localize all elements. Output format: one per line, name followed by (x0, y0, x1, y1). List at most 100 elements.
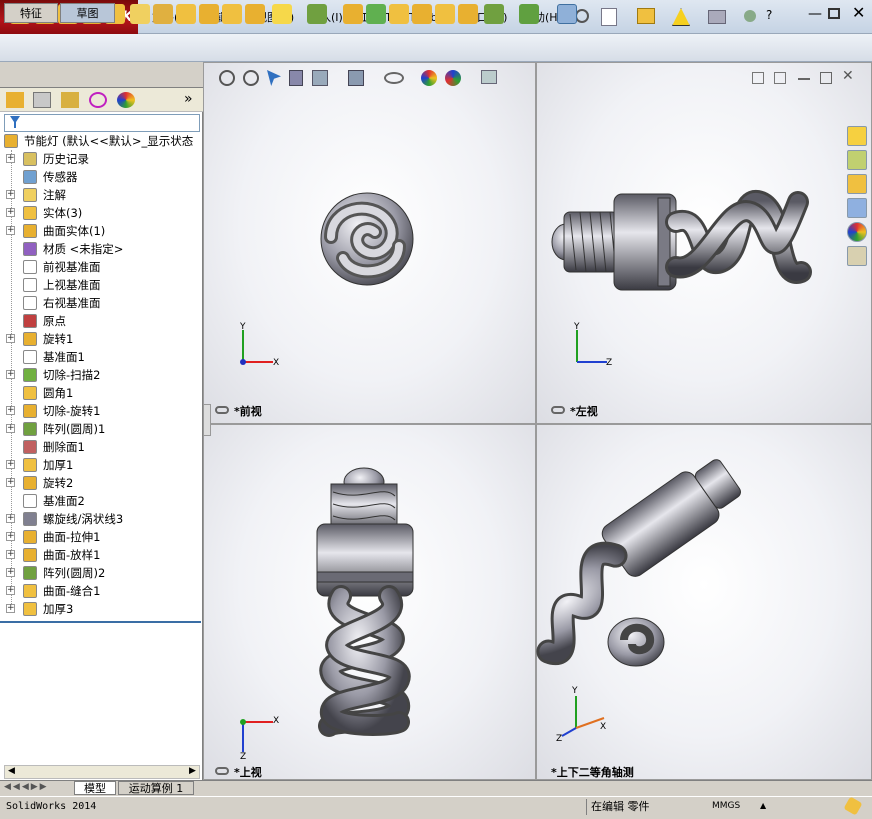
tree-item[interactable]: 原点 (0, 312, 203, 330)
shell-icon[interactable] (366, 4, 386, 24)
link-views-icon[interactable] (551, 406, 565, 414)
feature-manager-icon[interactable] (6, 92, 24, 108)
tree-item[interactable]: 节能灯 (默认<<默认>_显示状态 (0, 132, 203, 150)
intersect-icon[interactable] (435, 4, 455, 24)
tree-item[interactable]: + 加厚1 (0, 456, 203, 474)
rollback-bar[interactable] (0, 621, 201, 623)
dimxpert-icon[interactable] (89, 92, 107, 108)
expand-icon[interactable]: + (6, 190, 15, 199)
feature-icon (23, 584, 37, 598)
tree-item[interactable]: 前视基准面 (0, 258, 203, 276)
print-icon[interactable] (708, 10, 726, 24)
draft-icon[interactable] (343, 4, 363, 24)
tree-item[interactable]: + 注解 (0, 186, 203, 204)
revolve-cut-icon[interactable] (153, 4, 173, 24)
expand-icon[interactable]: + (6, 586, 15, 595)
tree-item[interactable]: + 曲面实体(1) (0, 222, 203, 240)
tree-item[interactable]: + 历史记录 (0, 150, 203, 168)
dome-icon[interactable] (412, 4, 432, 24)
pin-icon[interactable] (575, 9, 589, 23)
tree-item[interactable]: + 螺旋线/涡状线3 (0, 510, 203, 528)
expand-icon[interactable]: + (6, 334, 15, 343)
expand-icon[interactable]: + (6, 514, 15, 523)
sweep-cut-icon[interactable] (176, 4, 196, 24)
tree-item[interactable]: 圆角1 (0, 384, 203, 402)
boundary-cut-icon[interactable] (222, 4, 242, 24)
options-icon[interactable] (744, 10, 756, 22)
curves-icon[interactable] (519, 4, 539, 24)
tree-item[interactable]: + 曲面-拉伸1 (0, 528, 203, 546)
expand-icon[interactable]: + (6, 226, 15, 235)
tree-item[interactable]: 右视基准面 (0, 294, 203, 312)
feature-icon (23, 170, 37, 184)
tree-item[interactable]: + 曲面-放样1 (0, 546, 203, 564)
horizontal-scrollbar[interactable] (4, 765, 200, 779)
tab-model[interactable]: 模型 (74, 781, 116, 795)
new-document-icon[interactable] (601, 8, 617, 26)
tab-feature[interactable]: 特征 (4, 3, 58, 23)
tree-item[interactable]: + 切除-旋转1 (0, 402, 203, 420)
tree-item[interactable]: 基准面1 (0, 348, 203, 366)
tree-item-label: 节能灯 (默认<<默认>_显示状态 (24, 134, 194, 148)
feature-icon (23, 476, 37, 490)
expand-icon[interactable]: + (6, 424, 15, 433)
mirror-icon[interactable] (458, 4, 478, 24)
display-manager-icon[interactable] (117, 92, 135, 108)
expand-icon[interactable]: + (6, 460, 15, 469)
minimize-icon[interactable]: — (808, 6, 822, 22)
expand-icon[interactable]: + (6, 370, 15, 379)
instant3d-icon[interactable] (557, 4, 577, 24)
link-views-icon[interactable] (215, 406, 229, 414)
tab-motion-study[interactable]: 运动算例 1 (118, 781, 194, 795)
loft-cut-icon[interactable] (199, 4, 219, 24)
configuration-manager-icon[interactable] (61, 92, 79, 108)
tree-item[interactable]: + 加厚3 (0, 600, 203, 618)
expand-icon[interactable]: + (6, 604, 15, 613)
feature-icon (23, 368, 37, 382)
viewport-front-label: *前视 (234, 405, 262, 418)
expand-icon[interactable]: + (6, 208, 15, 217)
tree-item[interactable]: + 阵列(圆周)2 (0, 564, 203, 582)
tree-item[interactable]: + 实体(3) (0, 204, 203, 222)
fillet-icon[interactable] (245, 4, 265, 24)
expand-icon[interactable]: + (6, 154, 15, 163)
expand-icon[interactable]: + (6, 550, 15, 559)
tree-item[interactable]: + 阵列(圆周)1 (0, 420, 203, 438)
expand-icon[interactable]: + (6, 478, 15, 487)
feature-icon (23, 260, 37, 274)
property-manager-icon[interactable] (33, 92, 51, 108)
scroll-right-icon[interactable]: ▶ (189, 766, 196, 776)
restore-icon[interactable] (828, 8, 840, 19)
feature-icon (23, 404, 37, 418)
tab-nav-arrows-icon[interactable]: ◀◀◀▶▶ (4, 782, 49, 792)
open-folder-icon[interactable] (637, 8, 655, 24)
expand-panel-icon[interactable]: » (184, 91, 193, 107)
tree-item-label: 旋转1 (43, 332, 74, 346)
tree-item[interactable]: + 旋转2 (0, 474, 203, 492)
help-icon[interactable]: ? (766, 8, 772, 22)
close-icon[interactable]: ✕ (852, 3, 865, 22)
status-units[interactable]: MMGS (712, 801, 740, 811)
linear-pattern-icon[interactable] (307, 4, 327, 24)
reference-geometry-icon[interactable] (484, 4, 504, 24)
tree-item[interactable]: + 切除-扫描2 (0, 366, 203, 384)
tree-item[interactable]: + 曲面-缝合1 (0, 582, 203, 600)
tree-item[interactable]: 传感器 (0, 168, 203, 186)
rib-icon[interactable] (272, 4, 292, 24)
link-views-icon[interactable] (215, 767, 229, 775)
tree-item[interactable]: 材质 <未指定> (0, 240, 203, 258)
units-dropdown-icon[interactable]: ▲ (760, 801, 766, 810)
tree-item[interactable]: 上视基准面 (0, 276, 203, 294)
expand-icon[interactable]: + (6, 568, 15, 577)
tree-item[interactable]: 删除面1 (0, 438, 203, 456)
filter-input[interactable] (4, 114, 200, 132)
extrude-cut-icon[interactable] (130, 4, 150, 24)
tree-item[interactable]: + 旋转1 (0, 330, 203, 348)
expand-icon[interactable]: + (6, 532, 15, 541)
wrap-icon[interactable] (389, 4, 409, 24)
scroll-left-icon[interactable]: ◀ (8, 766, 15, 776)
expand-icon[interactable]: + (6, 406, 15, 415)
tab-sketch[interactable]: 草图 (60, 3, 115, 23)
tree-item[interactable]: 基准面2 (0, 492, 203, 510)
tree-item-label: 曲面实体(1) (43, 224, 106, 238)
